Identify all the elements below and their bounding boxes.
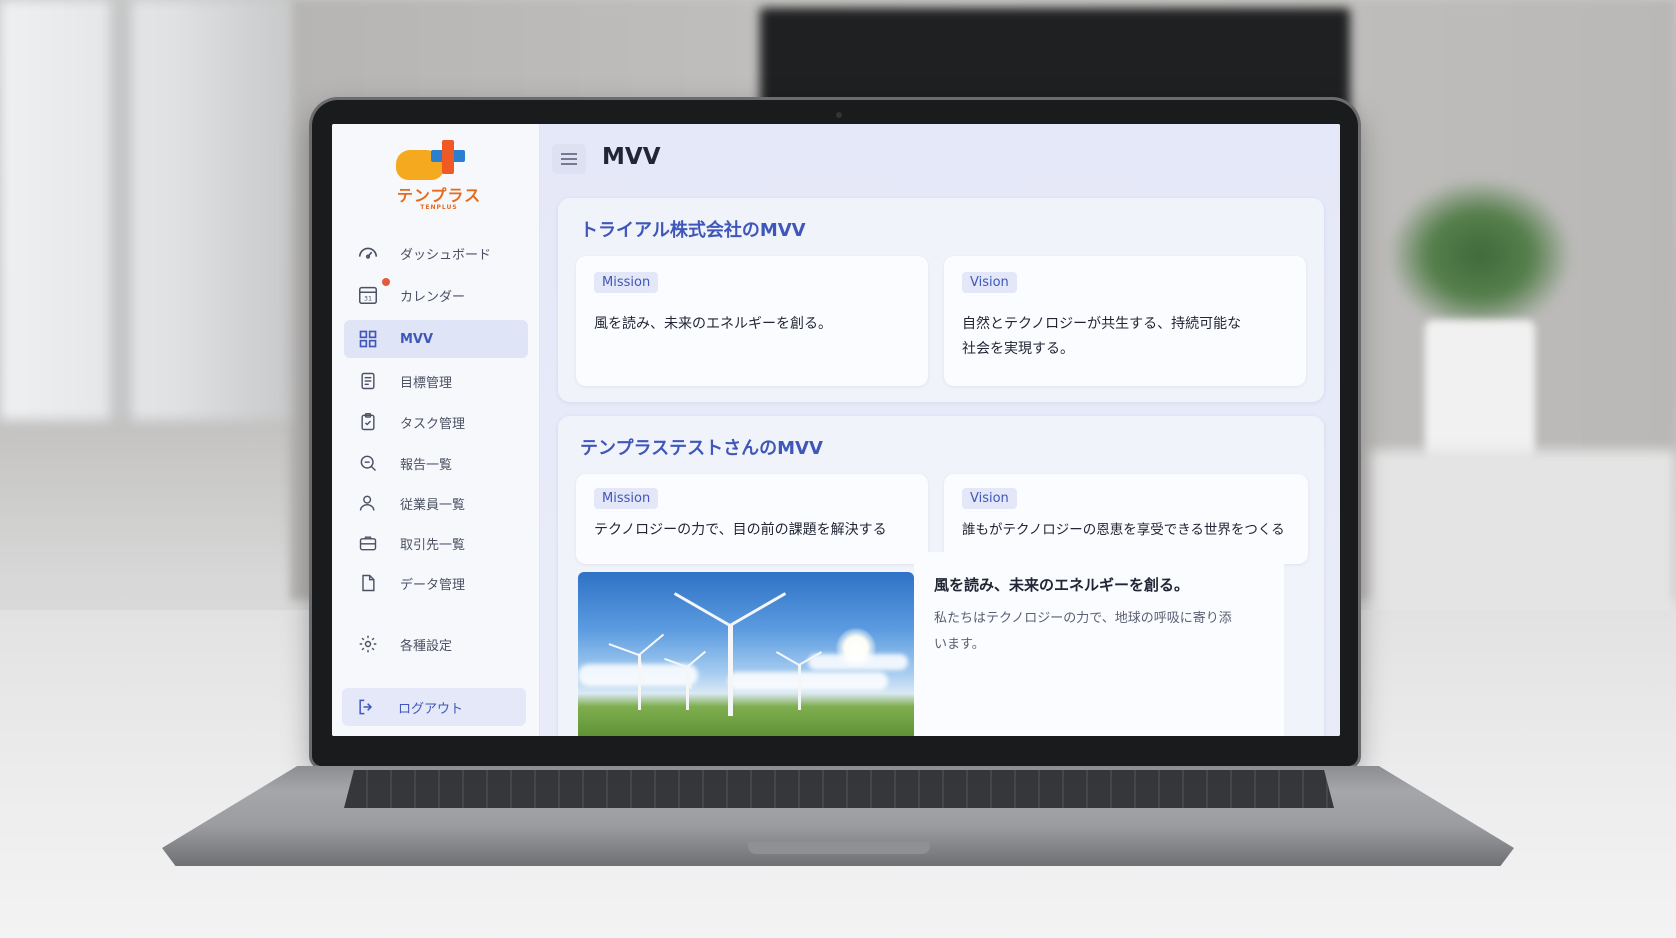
- grid-icon: [356, 327, 380, 351]
- cloud-shape: [808, 654, 908, 670]
- mission-text: テクノロジーの力で、目の前の課題を解決する: [594, 522, 887, 538]
- sidebar-item-label: 従業員一覧: [400, 497, 466, 513]
- background-plant-pot: [1425, 320, 1535, 460]
- laptop-notch: [748, 842, 930, 854]
- sidebar-item-tasks[interactable]: タスク管理: [344, 403, 528, 441]
- top-bar: MVV: [540, 124, 1340, 186]
- cloud-shape: [728, 672, 888, 690]
- sidebar-item-employees[interactable]: 従業員一覧: [344, 484, 528, 522]
- logout-icon: [354, 695, 378, 719]
- gear-icon: [356, 632, 380, 656]
- sidebar-item-data[interactable]: データ管理: [344, 564, 528, 602]
- turbine-blade: [775, 651, 800, 666]
- turbine-blade: [608, 643, 640, 656]
- search-chat-icon: [356, 451, 380, 475]
- main-content: MVV トライアル株式会社のMVV Mission 風を読み、未来のエネルギーを…: [540, 124, 1340, 736]
- sidebar-item-label: データ管理: [400, 577, 466, 593]
- vision-card: Vision 自然とテクノロジーが共生する、持続可能な 社会を実現する。: [944, 256, 1306, 386]
- document-list-icon: [356, 369, 380, 393]
- webcam-icon: [836, 112, 842, 118]
- dashboard-gauge-icon: [356, 241, 380, 265]
- sidebar-item-label: 目標管理: [400, 375, 453, 391]
- logo-subtext: TENPLUS: [420, 204, 458, 211]
- feature-heading: 風を読み、未来のエネルギーを創る。: [934, 576, 1190, 594]
- feature-description-card: 風を読み、未来のエネルギーを創る。 私たちはテクノロジーの力で、地球の呼吸に寄り…: [914, 552, 1284, 736]
- logout-button[interactable]: ログアウト: [342, 688, 526, 726]
- sidebar-item-clients[interactable]: 取引先一覧: [344, 524, 528, 562]
- background-plant: [1390, 180, 1570, 330]
- notification-dot: [382, 278, 390, 286]
- sidebar-item-dashboard[interactable]: ダッシュボード: [344, 234, 528, 272]
- panel-title: テンプラステストさんのMVV: [580, 438, 823, 459]
- calendar-icon: 31: [356, 283, 380, 307]
- sidebar-item-label: 各種設定: [400, 638, 453, 654]
- app-logo[interactable]: テンプラス TENPLUS: [384, 136, 494, 218]
- background-cabinet: [1370, 450, 1676, 630]
- mvv-panel-trial: トライアル株式会社のMVV Mission 風を読み、未来のエネルギーを創る。 …: [558, 198, 1324, 402]
- mission-tag: Mission: [594, 488, 659, 509]
- page-title: MVV: [602, 144, 661, 170]
- file-icon: [356, 571, 380, 595]
- vision-tag: Vision: [962, 488, 1017, 509]
- background-window: [0, 0, 290, 420]
- mission-card: Mission 風を読み、未来のエネルギーを創る。: [576, 256, 928, 386]
- sidebar-item-label: タスク管理: [400, 416, 466, 432]
- sidebar-item-label: 報告一覧: [400, 457, 453, 473]
- clipboard-check-icon: [356, 410, 380, 434]
- briefcase-icon: [356, 531, 380, 555]
- turbine-blade: [638, 633, 665, 656]
- sidebar-item-label: 取引先一覧: [400, 537, 466, 553]
- logo-text: テンプラス: [396, 186, 482, 205]
- vision-text: 誰もがテクノロジーの恩恵を享受できる世界をつくる: [962, 522, 1285, 538]
- turbine-blade: [673, 592, 731, 627]
- sidebar-item-label: ダッシュボード: [400, 247, 492, 263]
- sidebar-item-mvv[interactable]: MVV: [344, 320, 528, 358]
- sidebar-item-calendar[interactable]: 31 カレンダー: [344, 276, 528, 314]
- logout-label: ログアウト: [398, 701, 464, 717]
- sidebar-item-reports[interactable]: 報告一覧: [344, 444, 528, 482]
- sidebar-item-label: カレンダー: [400, 289, 466, 305]
- laptop-screen: テンプラス TENPLUS ダッシュボード 31 カレンダー MVV 目標管理 …: [332, 124, 1340, 736]
- sidebar: テンプラス TENPLUS ダッシュボード 31 カレンダー MVV 目標管理 …: [332, 124, 540, 736]
- turbine-blade: [686, 650, 707, 668]
- sidebar-item-settings[interactable]: 各種設定: [344, 625, 528, 663]
- vision-tag: Vision: [962, 272, 1017, 293]
- vision-text-line2: 社会を実現する。: [962, 341, 1074, 357]
- turbine-blade: [729, 592, 787, 627]
- turbine-blade: [798, 665, 800, 689]
- vision-card: Vision 誰もがテクノロジーの恩恵を享受できる世界をつくる: [944, 474, 1308, 564]
- vision-text-line1: 自然とテクノロジーが共生する、持続可能な: [962, 316, 1242, 332]
- feature-body-line2: います。: [934, 637, 985, 652]
- mission-tag: Mission: [594, 272, 659, 293]
- laptop-keyboard: [344, 770, 1334, 808]
- logo-cross-vertical: [442, 140, 454, 174]
- wind-turbine-image: [578, 572, 914, 736]
- mission-text: 風を読み、未来のエネルギーを創る。: [594, 316, 832, 332]
- mission-card: Mission テクノロジーの力で、目の前の課題を解決する: [576, 474, 928, 564]
- sidebar-item-goals[interactable]: 目標管理: [344, 362, 528, 400]
- person-icon: [356, 491, 380, 515]
- hamburger-menu-button[interactable]: [552, 144, 586, 174]
- feature-body-line1: 私たちはテクノロジーの力で、地球の呼吸に寄り添: [934, 611, 1232, 626]
- turbine-blade: [728, 625, 732, 686]
- sidebar-item-label: MVV: [400, 331, 434, 347]
- panel-title: トライアル株式会社のMVV: [580, 220, 806, 241]
- hamburger-icon: [561, 153, 577, 165]
- calendar-icon-text: 31: [364, 295, 372, 303]
